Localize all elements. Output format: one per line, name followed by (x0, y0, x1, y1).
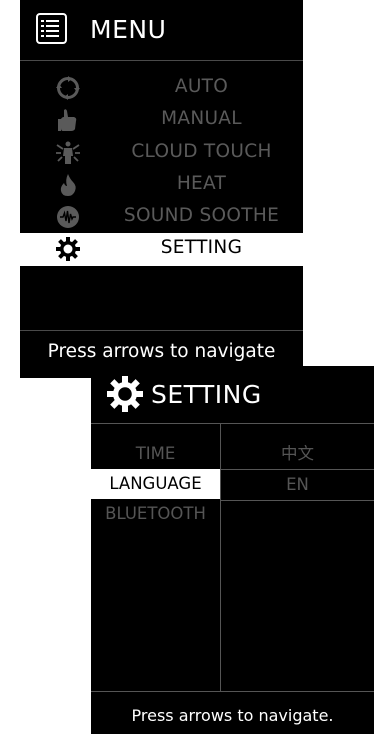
language-option-chinese[interactable]: 中文 (221, 439, 374, 469)
setting-option-list: 中文 EN (221, 439, 374, 501)
menu-list-icon (36, 13, 67, 44)
setting-item-bluetooth[interactable]: BLUETOOTH (91, 499, 220, 529)
setting-header: SETTING (91, 366, 374, 422)
menu-item-label: SETTING (160, 237, 243, 259)
auto-cycle-icon (55, 75, 81, 101)
setting-item-time[interactable]: TIME (91, 439, 220, 469)
menu-item-setting[interactable]: SETTING (20, 233, 303, 266)
language-option-english[interactable]: EN (221, 470, 374, 500)
menu-item-manual[interactable]: MANUAL (20, 104, 303, 136)
body-figure-icon (55, 140, 81, 166)
menu-item-label: HEAT (176, 172, 227, 194)
setting-title: SETTING (151, 380, 262, 409)
menu-item-label: MANUAL (161, 108, 242, 130)
soundwave-icon (55, 204, 81, 230)
menu-item-heat[interactable]: HEAT (20, 169, 303, 201)
setting-screen: SETTING TIME LANGUAGE BLUETOOTH 中文 EN Pr… (91, 366, 374, 734)
setting-footer-hint: Press arrows to navigate. (131, 706, 334, 725)
setting-item-language[interactable]: LANGUAGE (91, 469, 220, 499)
menu-item-label: SOUND SOOTHE (123, 205, 280, 227)
menu-item-sound-soothe[interactable]: SOUND SOOTHE (20, 201, 303, 233)
gear-icon (55, 236, 81, 262)
hand-icon (55, 107, 81, 133)
menu-item-cloud-touch[interactable]: CLOUD TOUCH (20, 137, 303, 169)
menu-title: MENU (90, 15, 167, 44)
gear-icon (107, 376, 143, 412)
menu-item-auto[interactable]: AUTO (20, 72, 303, 104)
menu-list: AUTO MANUAL CLOUD TOUCH HEAT SOUND SOOTH… (20, 72, 303, 266)
divider (221, 500, 374, 501)
divider (20, 330, 303, 331)
divider (20, 60, 303, 61)
divider (91, 423, 374, 424)
menu-footer-hint: Press arrows to navigate (47, 341, 276, 362)
menu-header: MENU (20, 0, 303, 56)
flame-icon (55, 172, 81, 198)
menu-item-label: AUTO (174, 76, 229, 97)
divider (91, 691, 374, 692)
menu-item-label: CLOUD TOUCH (131, 140, 272, 162)
setting-category-list: TIME LANGUAGE BLUETOOTH (91, 439, 220, 529)
menu-screen: MENU AUTO MANUAL CLOUD TOUCH HEAT SOUND … (20, 0, 303, 378)
